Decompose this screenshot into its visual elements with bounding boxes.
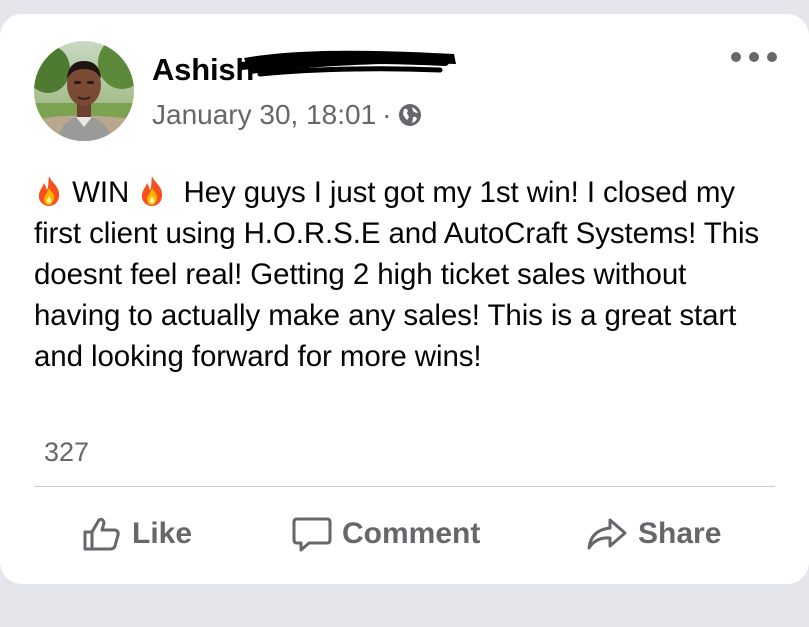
post-card: Ashish January 30, 18:01 · WIN Hey guys … xyxy=(0,14,809,584)
avatar-photo xyxy=(34,41,134,141)
fire-emoji-icon xyxy=(142,176,163,206)
more-dot xyxy=(767,52,777,62)
globe-icon[interactable] xyxy=(398,103,422,127)
fire-emoji-icon xyxy=(38,176,60,206)
redaction-scribble xyxy=(240,50,456,77)
comment-button[interactable]: Comment xyxy=(292,504,480,564)
post-timestamp[interactable]: January 30, 18:01 xyxy=(152,99,376,131)
share-button[interactable]: Share xyxy=(586,504,721,564)
more-options-icon[interactable] xyxy=(731,46,777,68)
author-avatar[interactable] xyxy=(34,41,134,141)
reaction-count[interactable]: 327 xyxy=(44,437,89,468)
action-bar: Like Comment Share xyxy=(34,504,775,564)
divider xyxy=(34,486,775,487)
like-label: Like xyxy=(132,517,193,550)
like-button[interactable]: Like xyxy=(82,504,192,564)
share-label: Share xyxy=(638,517,722,550)
comment-label: Comment xyxy=(342,517,481,550)
post-meta: January 30, 18:01 · xyxy=(152,99,422,131)
post-body: WIN Hey guys I just got my 1st win! I cl… xyxy=(34,172,779,377)
comment-bubble-icon xyxy=(292,517,332,552)
post-tag: WIN xyxy=(72,176,130,209)
thumbs-up-icon xyxy=(83,517,120,551)
share-arrow-icon xyxy=(587,518,627,550)
more-dot xyxy=(731,52,741,62)
author-name[interactable]: Ashish xyxy=(152,52,254,88)
meta-separator: · xyxy=(382,99,392,130)
more-dot xyxy=(749,52,759,62)
